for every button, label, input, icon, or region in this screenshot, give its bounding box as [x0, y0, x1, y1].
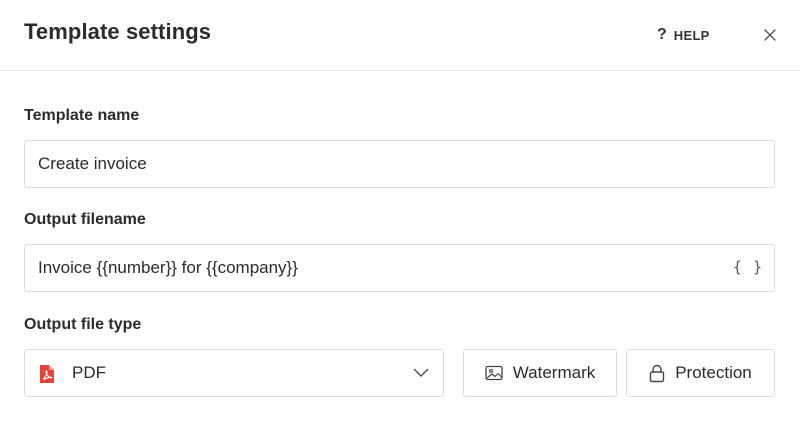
protection-label: Protection: [675, 363, 752, 382]
output-filename-label: Output filename: [24, 211, 146, 228]
variables-braces-icon[interactable]: { }: [733, 258, 763, 276]
chevron-down-icon: [413, 368, 429, 377]
help-button[interactable]: ? HELP: [657, 26, 710, 44]
lock-icon: [650, 364, 665, 382]
output-filename-field[interactable]: { }: [24, 244, 775, 292]
template-name-input[interactable]: [25, 141, 774, 187]
question-icon: ?: [657, 26, 667, 43]
watermark-label: Watermark: [512, 363, 596, 382]
pdf-icon: [40, 365, 54, 383]
output-filename-input[interactable]: [25, 245, 774, 291]
template-settings-dialog: Template settings ? HELP Template name O…: [0, 0, 800, 442]
dialog-title: Template settings: [24, 19, 212, 44]
output-file-type-label: Output file type: [24, 316, 142, 333]
template-name-label: Template name: [24, 107, 140, 124]
file-type-value: PDF: [72, 363, 106, 382]
image-icon: [485, 365, 503, 381]
close-icon[interactable]: [760, 25, 780, 45]
file-type-select[interactable]: PDF: [24, 349, 444, 397]
help-label: HELP: [673, 27, 710, 43]
dialog-header: Template settings ? HELP: [0, 0, 800, 71]
template-name-field[interactable]: [24, 140, 775, 188]
protection-button[interactable]: Protection: [626, 349, 775, 397]
watermark-button[interactable]: Watermark: [463, 349, 617, 397]
